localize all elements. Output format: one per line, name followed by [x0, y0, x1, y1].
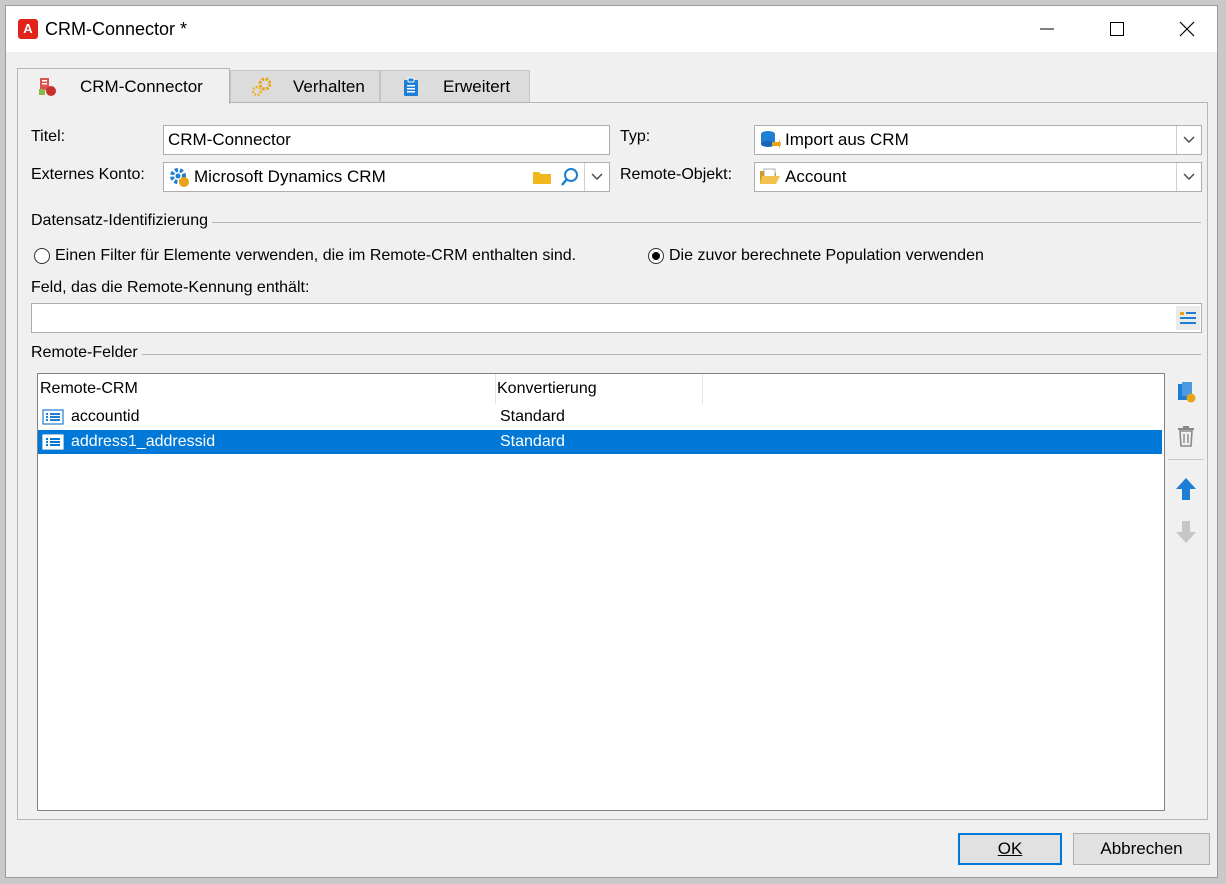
folder-button[interactable]	[531, 166, 553, 188]
database-import-icon	[759, 129, 781, 151]
remote-object-dropdown-button[interactable]	[1176, 163, 1201, 191]
group-divider	[31, 354, 1201, 355]
search-icon	[561, 168, 578, 186]
remote-id-field-input[interactable]	[31, 303, 1202, 333]
tab-verhalten[interactable]: Verhalten	[230, 70, 380, 102]
tab-label: Erweitert	[443, 76, 511, 96]
radio-filter-option[interactable]: Einen Filter für Elemente verwenden, die…	[34, 247, 576, 265]
open-folder-icon	[759, 166, 781, 188]
arrow-down-icon	[1176, 521, 1196, 543]
add-field-icon	[1178, 382, 1196, 403]
clipboard-icon	[401, 77, 421, 97]
table-row[interactable]: accountid Standard	[38, 405, 1162, 429]
type-value: Import aus CRM	[785, 130, 909, 149]
trash-icon	[1178, 426, 1194, 447]
table-row-selected[interactable]: address1_addressid Standard	[38, 430, 1162, 454]
tab-panel-crm-connector: Titel: CRM-Connector Typ: Import aus CRM…	[17, 102, 1208, 820]
column-header-remote-crm[interactable]: Remote-CRM	[38, 374, 496, 404]
type-label: Typ:	[620, 128, 651, 145]
toolbar-divider	[1168, 459, 1204, 460]
remote-object-select[interactable]: Account	[754, 162, 1202, 192]
crm-connector-icon	[38, 77, 58, 97]
field-picker-button[interactable]	[1176, 306, 1200, 330]
tab-label: Verhalten	[293, 76, 365, 96]
radio-population-option[interactable]: Die zuvor berechnete Population verwende…	[648, 247, 984, 265]
type-select[interactable]: Import aus CRM	[754, 125, 1202, 155]
radio-circle-selected[interactable]	[648, 248, 664, 264]
title-input[interactable]: CRM-Connector	[163, 125, 610, 155]
external-account-field[interactable]: Microsoft Dynamics CRM	[163, 162, 610, 192]
remote-id-field-label: Feld, das die Remote-Kennung enthält:	[31, 279, 310, 296]
gears-icon	[251, 77, 271, 97]
row-conversion: Standard	[500, 433, 565, 450]
title-bar[interactable]: A CRM-Connector *	[6, 6, 1217, 52]
title-value: CRM-Connector	[168, 130, 291, 149]
remote-fields-list[interactable]: Remote-CRM Konvertierung accountid Stand…	[37, 373, 1165, 811]
column-header-conversion[interactable]: Konvertierung	[496, 374, 703, 404]
cancel-label: Abbrechen	[1100, 839, 1183, 858]
dialog-window: A CRM-Connector * CRM-Connector Verhalte…	[5, 5, 1218, 878]
external-account-label: Externes Konto:	[31, 166, 145, 183]
tab-crm-connector[interactable]: CRM-Connector	[17, 68, 230, 104]
row-conversion: Standard	[500, 408, 565, 425]
external-account-value: Microsoft Dynamics CRM	[194, 167, 386, 186]
remote-object-label: Remote-Objekt:	[620, 166, 733, 183]
ok-button[interactable]: OK	[958, 833, 1062, 865]
field-list-icon	[42, 433, 64, 451]
title-label: Titel:	[31, 128, 66, 145]
row-remote-crm: address1_addressid	[71, 433, 216, 450]
maximize-icon	[1110, 22, 1124, 36]
folder-icon	[533, 172, 551, 184]
account-gear-icon	[168, 166, 190, 188]
type-dropdown-button[interactable]	[1176, 126, 1201, 154]
identification-group-title: Datensatz-Identifizierung	[31, 212, 212, 230]
move-up-button[interactable]	[1172, 475, 1200, 503]
row-remote-crm: accountid	[71, 408, 140, 425]
arrow-up-icon	[1176, 478, 1196, 500]
radio-filter-label: Einen Filter für Elemente verwenden, die…	[55, 247, 577, 264]
minimize-button[interactable]	[1024, 14, 1070, 44]
adobe-app-icon: A	[18, 19, 38, 39]
radio-population-label: Die zuvor berechnete Population verwende…	[669, 247, 984, 264]
maximize-button[interactable]	[1094, 14, 1140, 44]
field-list-icon	[42, 408, 64, 426]
minimize-icon	[1040, 28, 1054, 30]
search-button[interactable]	[559, 166, 581, 188]
tab-label: CRM-Connector	[80, 76, 203, 96]
window-title: CRM-Connector *	[45, 19, 188, 39]
radio-circle[interactable]	[34, 248, 50, 264]
chevron-down-icon	[1183, 136, 1195, 143]
close-icon	[1179, 21, 1195, 37]
close-button[interactable]	[1164, 14, 1210, 44]
chevron-down-icon	[1183, 173, 1195, 180]
remote-object-value: Account	[785, 167, 847, 186]
add-field-button[interactable]	[1172, 378, 1200, 406]
ok-label: OK	[997, 839, 1023, 858]
external-account-dropdown-button[interactable]	[584, 163, 609, 191]
move-down-button[interactable]	[1172, 518, 1200, 546]
tab-erweitert[interactable]: Erweitert	[380, 70, 530, 102]
delete-field-button[interactable]	[1172, 422, 1200, 450]
cancel-button[interactable]: Abbrechen	[1073, 833, 1210, 865]
field-list-icon	[1180, 312, 1196, 324]
chevron-down-icon	[591, 173, 603, 180]
remote-fields-group-title: Remote-Felder	[31, 344, 142, 362]
